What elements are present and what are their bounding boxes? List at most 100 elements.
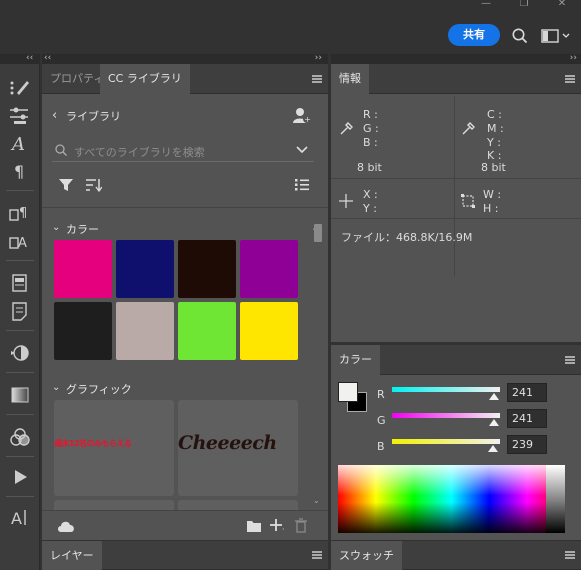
library-color-swatch[interactable] (116, 302, 174, 360)
g-slider[interactable] (392, 413, 500, 418)
foreground-color-swatch[interactable] (338, 382, 358, 402)
library-color-swatch[interactable] (240, 240, 298, 298)
left-panel-collapse-strip[interactable]: ‹‹ ›› (42, 54, 328, 64)
panel-menu-icon[interactable] (565, 551, 575, 559)
svg-text:A: A (10, 134, 25, 154)
library-search-input[interactable]: すべてのライブラリを検索 (74, 144, 205, 160)
restore-icon[interactable]: ❐ (505, 0, 543, 12)
info-g-label: G : (363, 122, 379, 135)
share-button[interactable]: 共有 (448, 24, 500, 46)
tab-layers[interactable]: レイヤー (42, 541, 102, 570)
graphic-thumbnail-4[interactable] (178, 500, 298, 510)
g-slider-thumb[interactable] (489, 419, 500, 426)
search-icon[interactable] (510, 26, 530, 46)
adjustments-icon[interactable] (8, 342, 32, 364)
cloud-icon[interactable] (56, 519, 76, 533)
chevron-down-icon[interactable] (296, 146, 308, 154)
add-dropdown-icon[interactable]: · (282, 525, 285, 534)
brush-settings-icon[interactable] (8, 104, 32, 126)
r-value-input[interactable]: 241 (507, 383, 547, 402)
svg-text:A: A (11, 509, 22, 528)
minimize-icon[interactable]: — (467, 0, 505, 12)
paragraph-styles-icon[interactable]: ¶ (8, 202, 32, 224)
add-user-icon[interactable]: + (292, 106, 312, 124)
trash-icon[interactable] (294, 518, 308, 533)
eyedropper-icon (340, 122, 353, 135)
g-slider-label: G (377, 414, 386, 427)
divider (331, 178, 581, 179)
svg-text:+: + (304, 115, 311, 124)
b-slider-thumb[interactable] (488, 445, 499, 452)
libraries-tab-bar: プロパティ CC ライブラリ (42, 64, 328, 94)
graphic-thumbnail-2[interactable]: Cheeeech (178, 400, 298, 496)
channels-icon[interactable] (8, 426, 32, 448)
library-scrollbar[interactable]: ▲ ⌄ (312, 220, 322, 510)
graphic-1-text: 週末12名のみもらえる (54, 439, 132, 448)
notes-icon[interactable] (8, 300, 32, 322)
library-color-swatch[interactable] (54, 240, 112, 298)
chevron-down-icon[interactable]: ⌄ (52, 222, 60, 233)
chevron-down-icon[interactable]: ⌄ (52, 382, 60, 393)
library-color-swatch[interactable] (54, 302, 112, 360)
tab-cc-libraries[interactable]: CC ライブラリ (100, 64, 190, 94)
library-color-swatch[interactable] (116, 240, 174, 298)
library-color-swatch[interactable] (178, 240, 236, 298)
info-file-size: ファイル：468.8K/16.9M (341, 231, 473, 244)
brush-preset-icon[interactable] (8, 76, 32, 98)
library-footer: · (42, 510, 328, 540)
library-color-swatch[interactable] (178, 302, 236, 360)
b-value-input[interactable]: 239 (507, 435, 547, 454)
actions-play-icon[interactable] (8, 466, 32, 488)
info-x-label: X : (363, 188, 378, 201)
crosshair-icon (339, 194, 353, 208)
right-panel-collapse-strip[interactable]: ›› (331, 54, 581, 64)
svg-text:A: A (18, 236, 27, 251)
r-slider[interactable] (392, 387, 500, 392)
toolbar-collapse-strip[interactable]: ‹‹ (0, 54, 40, 64)
library-search-box[interactable]: すべてのライブラリを検索 (52, 138, 314, 162)
chevron-left-icon[interactable]: ‹ (52, 108, 64, 123)
tab-info[interactable]: 情報 (331, 64, 369, 94)
info-tab-bar: 情報 (331, 64, 581, 94)
b-slider[interactable] (392, 439, 500, 444)
panel-menu-icon[interactable] (312, 75, 322, 83)
info-c-label: C : (487, 108, 502, 121)
window-controls: — ❐ ✕ (467, 0, 581, 12)
close-icon[interactable]: ✕ (543, 0, 581, 12)
glyphs-icon[interactable]: A (8, 506, 32, 528)
tab-swatches[interactable]: スウォッチ (331, 541, 402, 570)
r-slider-thumb[interactable] (489, 393, 500, 400)
info-w-label: W : (483, 188, 502, 201)
history-icon[interactable] (8, 272, 32, 294)
panel-menu-icon[interactable] (565, 356, 575, 364)
eyedropper-icon (462, 122, 475, 135)
panel-menu-icon[interactable] (565, 75, 575, 83)
divider (454, 96, 455, 276)
svg-text:¶: ¶ (14, 162, 24, 181)
scroll-down-icon[interactable]: ⌄ (313, 496, 320, 505)
workspace-icon[interactable] (540, 26, 572, 46)
tab-color[interactable]: カラー (331, 345, 380, 375)
folder-icon[interactable] (246, 519, 262, 533)
gradients-icon[interactable] (8, 384, 32, 406)
character-icon[interactable]: A (8, 132, 32, 155)
graphic-thumbnail-1[interactable]: 週末12名のみもらえる (54, 400, 174, 496)
paragraph-icon[interactable]: ¶ (8, 160, 32, 182)
graphic-2-text: Cheeeech (178, 432, 277, 454)
svg-text:¶: ¶ (19, 206, 27, 221)
graphic-thumbnail-3[interactable] (54, 500, 174, 510)
info-h-label: H : (483, 202, 499, 215)
info-y-label: Y : (487, 136, 501, 149)
g-value-input[interactable]: 241 (507, 409, 547, 428)
color-spectrum[interactable] (338, 465, 565, 533)
colors-section-header[interactable]: カラー (66, 221, 99, 237)
library-color-swatch[interactable] (240, 302, 298, 360)
character-styles-icon[interactable]: A (8, 230, 32, 252)
list-view-icon[interactable] (294, 178, 310, 192)
graphics-section-header[interactable]: グラフィック (66, 381, 132, 397)
library-back-label[interactable]: ライブラリ (66, 108, 121, 124)
sort-icon[interactable] (84, 178, 102, 192)
info-bit-depth-left: 8 bit (357, 161, 382, 174)
panel-menu-icon[interactable] (312, 551, 322, 559)
filter-icon[interactable] (58, 178, 74, 192)
